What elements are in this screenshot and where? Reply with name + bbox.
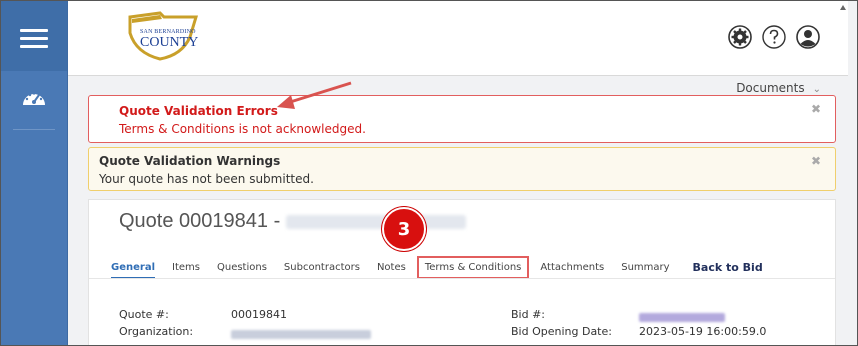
- step-badge: 3: [382, 207, 426, 251]
- help-icon[interactable]: [762, 25, 786, 49]
- chevron-down-icon: ⌄: [812, 84, 821, 95]
- quote-number-row: Quote #:: [119, 308, 169, 321]
- gear-icon[interactable]: [728, 25, 752, 49]
- logo-title: COUNTY: [140, 35, 199, 50]
- bid-opening-date-value: 2023-05-19 16:00:59.0: [639, 325, 767, 338]
- sidebar: [1, 1, 68, 345]
- quote-number-value: 00019841: [231, 308, 287, 321]
- header-icons: [728, 25, 820, 49]
- hamburger-icon[interactable]: [20, 29, 48, 49]
- bid-number-label: Bid #:: [511, 308, 546, 321]
- redacted-bid-number[interactable]: [639, 310, 725, 323]
- tab-items[interactable]: Items: [172, 262, 200, 273]
- errors-message: Terms & Conditions is not acknowledged.: [119, 122, 366, 136]
- documents-label: Documents: [736, 81, 805, 95]
- warnings-message: Your quote has not been submitted.: [99, 172, 314, 186]
- tab-notes[interactable]: Notes: [377, 262, 406, 273]
- bid-opening-date-label: Bid Opening Date:: [511, 325, 612, 338]
- tab-divider: [89, 278, 835, 279]
- tab-subcontractors[interactable]: Subcontractors: [284, 262, 360, 273]
- documents-dropdown[interactable]: Documents ⌄: [736, 81, 821, 95]
- user-icon[interactable]: [796, 25, 820, 49]
- close-icon[interactable]: ✖: [811, 154, 821, 168]
- tab-general[interactable]: General: [111, 262, 155, 279]
- warnings-title: Quote Validation Warnings: [99, 154, 281, 168]
- tab-summary[interactable]: Summary: [621, 262, 669, 273]
- app-frame: SAN BERNARDINO COUNTY Documents ⌄ Quote …: [0, 0, 858, 346]
- organization-label: Organization:: [119, 325, 194, 338]
- quote-card: Quote 00019841 - General Items Questions…: [88, 199, 836, 345]
- scroll-up-icon[interactable]: [840, 5, 846, 10]
- close-icon[interactable]: ✖: [811, 102, 821, 116]
- county-logo[interactable]: SAN BERNARDINO COUNTY: [120, 9, 206, 63]
- gauge-icon[interactable]: [21, 87, 47, 107]
- sidebar-header: [1, 1, 67, 71]
- quote-title-text: Quote 00019841 -: [119, 210, 281, 232]
- validation-errors-alert: Quote Validation Errors Terms & Conditio…: [88, 95, 836, 143]
- validation-warnings-alert: Quote Validation Warnings Your quote has…: [88, 147, 836, 191]
- errors-title: Quote Validation Errors: [119, 104, 278, 118]
- quote-tabs: General Items Questions Subcontractors N…: [111, 256, 780, 279]
- top-bar: SAN BERNARDINO COUNTY: [68, 1, 848, 76]
- redacted-vendor-name: [286, 214, 467, 229]
- sidebar-divider: [13, 129, 55, 130]
- quote-number-label: Quote #:: [119, 308, 169, 321]
- tab-terms-conditions[interactable]: Terms & Conditions: [416, 256, 530, 279]
- redacted-organization: [231, 327, 371, 340]
- annotation-arrow-icon: [277, 81, 352, 109]
- back-to-bid-link[interactable]: Back to Bid: [693, 261, 763, 274]
- tab-questions[interactable]: Questions: [217, 262, 267, 273]
- tab-attachments[interactable]: Attachments: [540, 262, 604, 273]
